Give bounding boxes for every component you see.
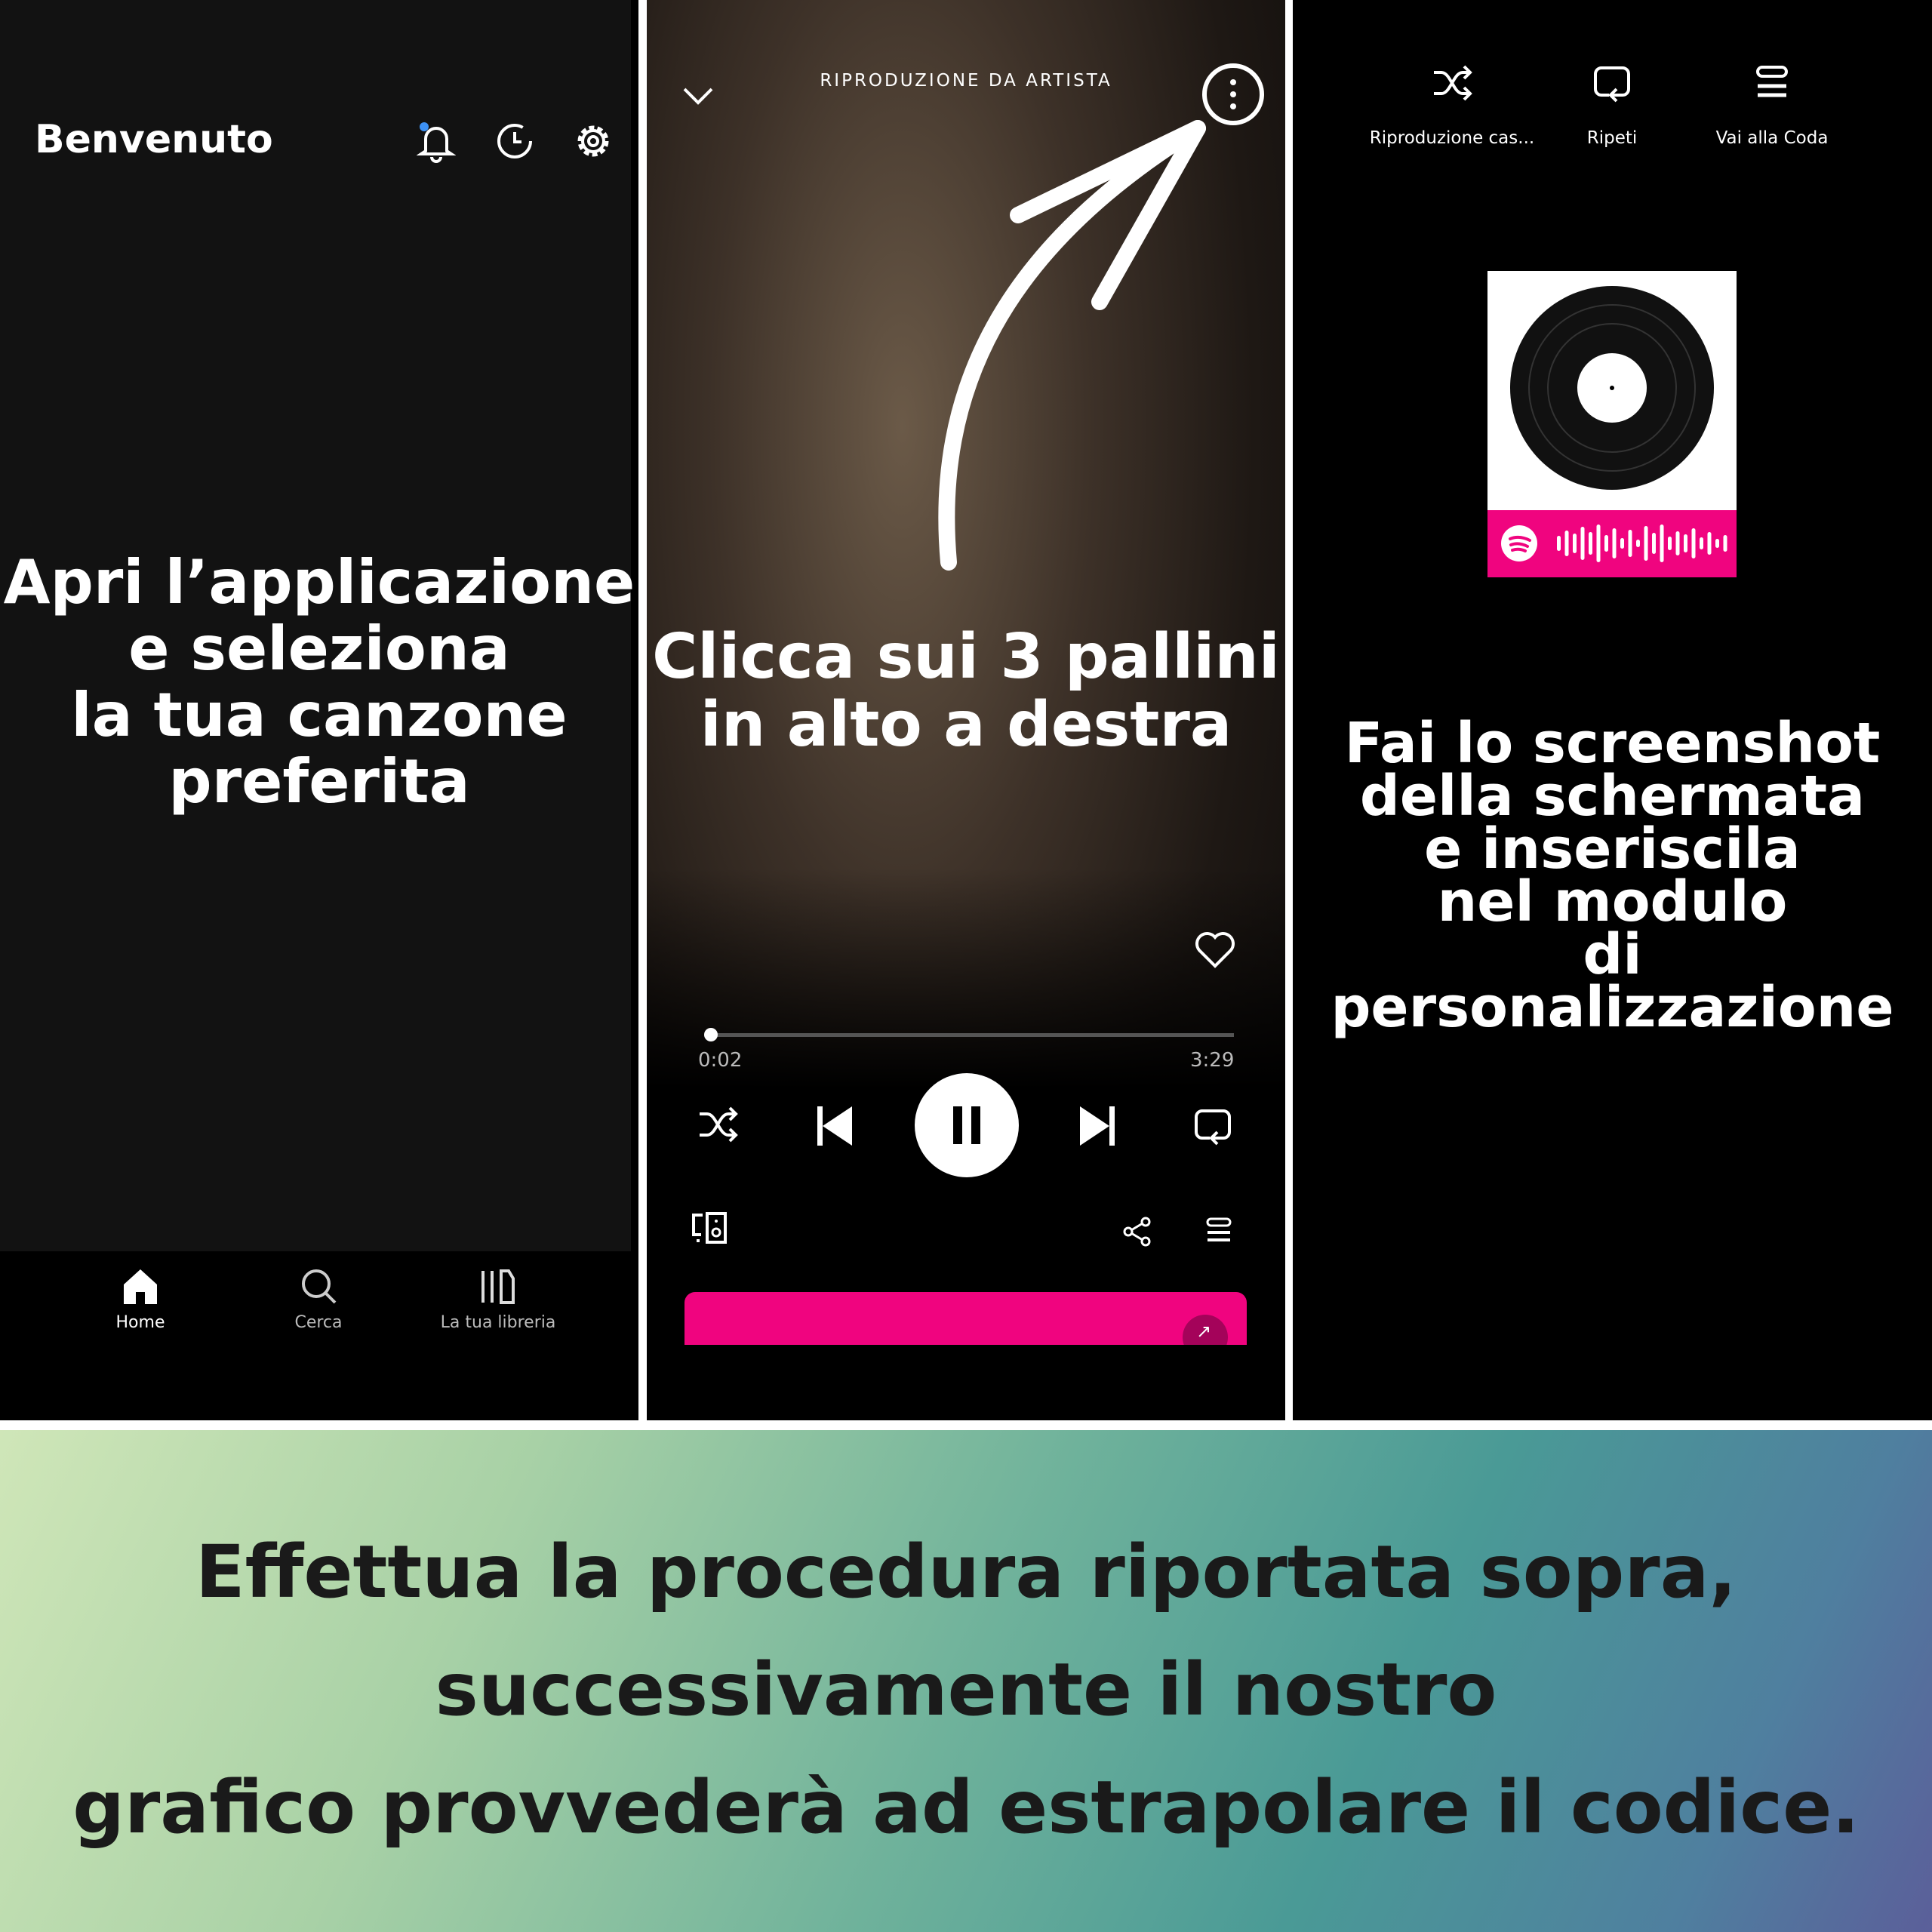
heart-icon[interactable]: [1195, 931, 1235, 969]
devices-icon[interactable]: [692, 1212, 730, 1245]
code-bar: [1700, 537, 1703, 549]
history-icon[interactable]: [495, 122, 534, 161]
code-bar: [1691, 528, 1696, 558]
progress-handle[interactable]: [704, 1028, 718, 1041]
instruction-line: in alto a destra: [700, 689, 1232, 761]
menu-label: Vai alla Coda: [1715, 128, 1829, 148]
code-bar: [1668, 537, 1672, 550]
code-bar: [1620, 538, 1624, 549]
instruction-line: la tua canzone: [71, 680, 568, 750]
album-art: [1487, 271, 1737, 510]
expand-icon: ↗: [1196, 1321, 1212, 1342]
menu-label: Ripeti: [1586, 128, 1638, 148]
repeat-icon: [1594, 66, 1630, 103]
instruction-line: preferita: [168, 746, 470, 817]
home-screen-panel: Benvenuto Apri l’applicazione e selezion…: [0, 0, 638, 1420]
previous-icon[interactable]: [816, 1105, 855, 1147]
search-icon: [302, 1269, 337, 1304]
instruction-line: e inseriscila: [1424, 817, 1801, 881]
options-menu-panel: Riproduzione cas... Ripeti Vai alla Coda…: [1293, 0, 1932, 1420]
share-icon[interactable]: [1122, 1217, 1152, 1247]
next-icon[interactable]: [1077, 1105, 1116, 1147]
code-bar: [1684, 534, 1687, 552]
instruction-text: Fai lo screenshot della schermata e inse…: [1293, 711, 1932, 1040]
code-bar: [1580, 527, 1585, 560]
code-bar: [1723, 535, 1727, 552]
queue-icon: [1756, 66, 1788, 97]
nav-label: La tua libreria: [440, 1313, 556, 1332]
code-bar: [1564, 531, 1569, 556]
instruction-line: e seleziona: [128, 614, 510, 684]
duration-time: 3:29: [1190, 1049, 1235, 1072]
code-bar: [1644, 526, 1648, 561]
caption-text: Effettua la procedura riportata sopra, s…: [0, 1513, 1932, 1866]
pause-button[interactable]: [915, 1073, 1019, 1177]
instruction-text: Clicca sui 3 pallini in alto a destra: [647, 623, 1285, 759]
shuffle-icon[interactable]: [698, 1106, 739, 1143]
instruction-line: della schermata: [1359, 764, 1866, 829]
elapsed-time: 0:02: [698, 1049, 743, 1072]
code-bar: [1589, 532, 1592, 555]
code-bar: [1660, 525, 1664, 562]
gear-icon[interactable]: [574, 122, 613, 161]
nav-label: Home: [115, 1313, 165, 1332]
instruction-text: Apri l’applicazione e seleziona la tua c…: [0, 549, 638, 815]
bottom-bar: [647, 1345, 1285, 1420]
code-bar: [1652, 533, 1656, 554]
lyrics-card[interactable]: ↗: [685, 1292, 1247, 1360]
instruction-line: Fai lo screenshot: [1344, 711, 1881, 776]
instruction-line: nel modulo: [1437, 869, 1788, 934]
bell-icon[interactable]: [417, 121, 456, 163]
queue-icon[interactable]: [1205, 1217, 1232, 1244]
library-icon: [481, 1269, 515, 1304]
code-bar: [1636, 540, 1640, 547]
code-bar: [1715, 539, 1719, 548]
vinyl-record-icon: [1510, 286, 1714, 490]
bottom-caption-banner: Effettua la procedura riportata sopra, s…: [0, 1430, 1932, 1932]
pause-icon: [953, 1106, 980, 1144]
spotify-code-bars: [1501, 525, 1727, 562]
code-bar: [1675, 531, 1680, 555]
instruction-line: Apri l’applicazione: [3, 547, 635, 617]
code-bar: [1628, 530, 1632, 557]
repeat-icon[interactable]: [1193, 1106, 1232, 1146]
code-bar: [1573, 534, 1577, 553]
code-bar: [1596, 525, 1601, 562]
caption-line: grafico provvederà ad estrapolare il cod…: [72, 1765, 1860, 1850]
code-bar: [1707, 532, 1712, 555]
nav-label: Cerca: [294, 1313, 343, 1332]
shuffle-icon: [1434, 65, 1472, 101]
arrow-annotation: [938, 120, 1206, 571]
home-icon: [124, 1269, 157, 1304]
code-bar: [1604, 535, 1608, 552]
progress-bar[interactable]: [706, 1033, 1234, 1037]
caption-line: Effettua la procedura riportata sopra,: [195, 1530, 1737, 1614]
page-title: Benvenuto: [35, 117, 273, 162]
instruction-line: di personalizzazione: [1331, 922, 1894, 1040]
spotify-code: [1487, 510, 1737, 577]
code-bar: [1612, 528, 1617, 558]
instruction-line: Clicca sui 3 pallini: [652, 621, 1280, 693]
code-bar: [1557, 536, 1561, 551]
caption-line: successivamente il nostro: [435, 1647, 1497, 1732]
now-playing-panel: RIPRODUZIONE DA ARTISTA Clicca sui 3 pal…: [647, 0, 1285, 1420]
